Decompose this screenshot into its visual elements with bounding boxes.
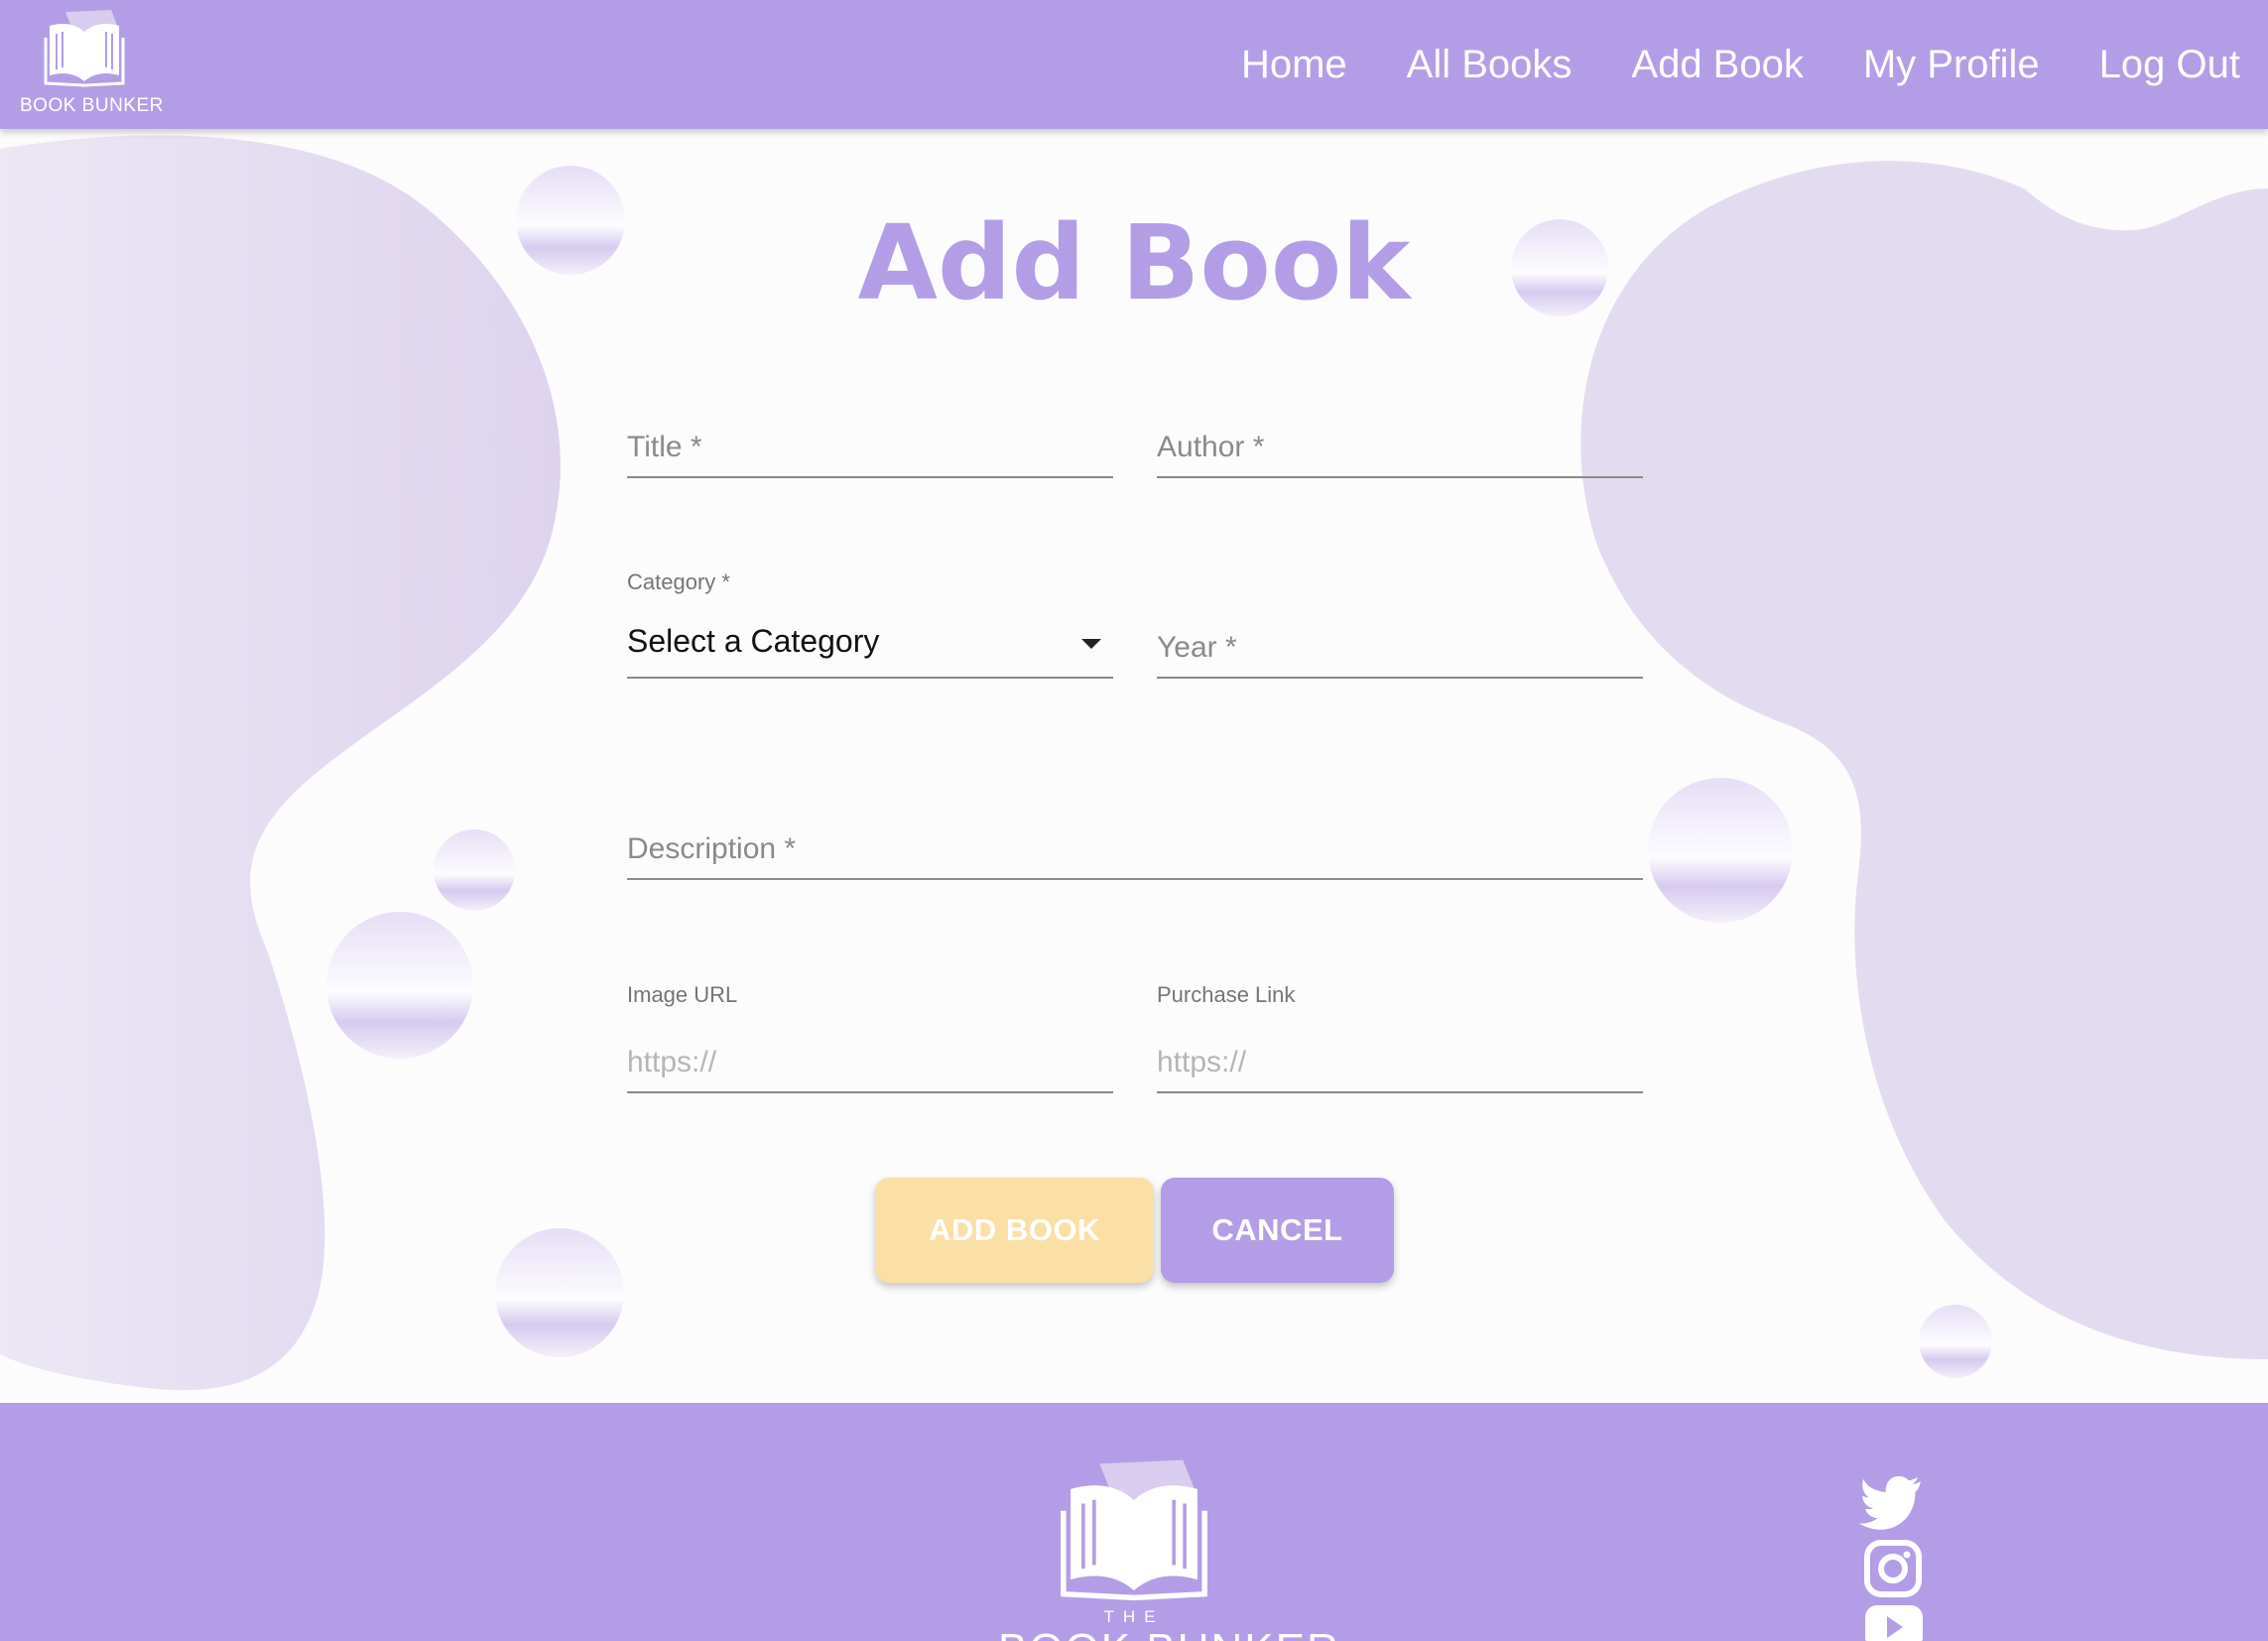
category-label: Category * xyxy=(627,569,730,594)
youtube-icon[interactable] xyxy=(1859,1601,1925,1641)
dropdown-arrow-icon xyxy=(1081,639,1101,649)
bubble xyxy=(1919,1305,1992,1378)
book-logo-icon xyxy=(44,10,125,87)
title-field xyxy=(627,397,1113,478)
nav-links: Home All Books Add Book My Profile Log O… xyxy=(1241,0,2240,129)
purchase-link-label: Purchase Link xyxy=(1157,982,1296,1007)
image-url-field: Image URL xyxy=(627,978,1113,1093)
year-input[interactable] xyxy=(1157,619,1643,679)
year-field xyxy=(1157,597,1643,679)
logo-text: BOOK BUNKER xyxy=(20,95,164,116)
twitter-icon[interactable] xyxy=(1859,1476,1925,1536)
image-url-label: Image URL xyxy=(627,982,738,1007)
nav-link-add-book[interactable]: Add Book xyxy=(1631,43,1803,87)
bubble xyxy=(434,829,515,911)
bubble xyxy=(495,1228,624,1357)
footer-logo[interactable]: THE BOOK BUNKER xyxy=(998,1456,1338,1641)
nav-link-log-out[interactable]: Log Out xyxy=(2099,43,2240,87)
left-blob xyxy=(0,135,561,1391)
category-selected-value: Select a Category xyxy=(627,623,880,659)
add-book-button[interactable]: ADD BOOK xyxy=(875,1178,1154,1283)
footer-logo-text: BOOK BUNKER xyxy=(998,1625,1338,1641)
right-blob xyxy=(1580,161,2268,1360)
footer-logo-small-text: THE xyxy=(1103,1607,1165,1626)
category-field: Category * Select a Category xyxy=(627,566,1113,679)
cancel-button[interactable]: CANCEL xyxy=(1161,1178,1394,1283)
instagram-icon[interactable] xyxy=(1859,1540,1925,1599)
book-logo-icon xyxy=(1061,1459,1207,1601)
category-select[interactable]: Select a Category xyxy=(627,615,1113,679)
footer: THE BOOK BUNKER xyxy=(0,1403,2268,1641)
nav-logo[interactable]: BOOK BUNKER xyxy=(20,8,164,119)
image-url-input[interactable] xyxy=(627,1034,1113,1093)
purchase-link-field: Purchase Link xyxy=(1157,978,1643,1093)
description-input[interactable] xyxy=(627,820,1643,880)
nav-link-all-books[interactable]: All Books xyxy=(1407,43,1573,87)
page-title: Add Book xyxy=(857,202,1411,323)
navbar: BOOK BUNKER Home All Books Add Book My P… xyxy=(0,0,2268,129)
purchase-link-input[interactable] xyxy=(1157,1034,1643,1093)
description-field xyxy=(627,799,1643,880)
author-field xyxy=(1157,397,1643,478)
title-input[interactable] xyxy=(627,419,1113,478)
nav-link-home[interactable]: Home xyxy=(1241,43,1347,87)
bubble xyxy=(326,912,473,1059)
author-input[interactable] xyxy=(1157,419,1643,478)
bubble xyxy=(1648,778,1793,923)
nav-link-my-profile[interactable]: My Profile xyxy=(1863,43,2040,87)
